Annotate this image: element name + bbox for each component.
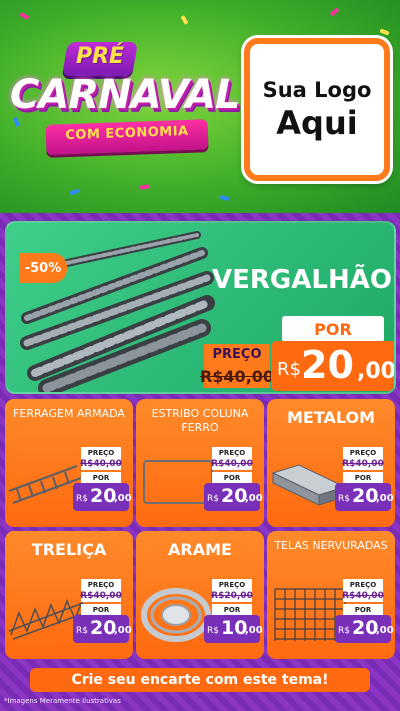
price-integer: 20 — [221, 485, 248, 507]
new-price: R$ 10 ,00 — [204, 615, 263, 643]
confetti — [329, 7, 340, 17]
old-price: R$40,00 — [211, 458, 253, 470]
price-decimal: ,00 — [114, 625, 132, 636]
currency: R$ — [76, 626, 88, 636]
por-label: POR — [343, 472, 383, 483]
price-decimal: ,00 — [245, 625, 263, 636]
new-price: R$ 20 ,00 — [204, 483, 263, 511]
new-price: R$ 20 ,00 — [73, 483, 132, 511]
hero-currency: R$ — [277, 359, 301, 380]
price-decimal: ,00 — [376, 493, 394, 504]
confetti — [69, 188, 80, 196]
price-box: PREÇO R$40,00 POR R$ 20 ,00 — [335, 579, 394, 653]
hero-por-label: POR — [282, 316, 384, 342]
price-box: PREÇO R$40,00 POR R$ 20 ,00 — [335, 447, 394, 521]
product-card-estribo[interactable]: ESTRIBO COLUNA FERRO PREÇO R$40,00 POR R… — [136, 399, 264, 527]
por-label: POR — [81, 604, 121, 615]
currency: R$ — [338, 626, 350, 636]
old-price: R$20,00 — [211, 590, 253, 602]
price-label: PREÇO — [212, 447, 252, 458]
new-price: R$ 20 ,00 — [335, 615, 394, 643]
brand-pre-text: PRÉ — [75, 44, 125, 69]
old-price: R$40,00 — [80, 458, 122, 470]
main-area: -50% VERGALHÃO PREÇO R$40,00 POR R$ 20 ,… — [0, 213, 400, 711]
confetti — [19, 12, 30, 20]
price-box: PREÇO R$40,00 POR R$ 20 ,00 — [204, 447, 263, 521]
old-price: R$40,00 — [80, 590, 122, 602]
price-integer: 20 — [90, 617, 117, 639]
hero-card[interactable]: -50% VERGALHÃO PREÇO R$40,00 POR R$ 20 ,… — [5, 221, 396, 394]
brand-logo: PRÉ CARNAVAL COM ECONOMIA — [10, 36, 241, 176]
product-card-ferragem[interactable]: FERRAGEM ARMADA PREÇO R$40,00 POR R$ 20 … — [5, 399, 133, 527]
product-card-trelica[interactable]: TRELIÇA PREÇO R$40,00 POR R$ 20 ,00 — [5, 531, 133, 659]
hero-product-title: VERGALHÃO — [212, 265, 392, 295]
por-label: POR — [212, 604, 252, 615]
product-name: METALOM — [286, 408, 376, 427]
price-label: PREÇO — [343, 579, 383, 590]
product-name: ESTRIBO COLUNA FERRO — [151, 407, 249, 434]
brand-main-text: CARNAVAL — [10, 72, 241, 118]
price-box: PREÇO R$40,00 POR R$ 20 ,00 — [73, 447, 132, 521]
price-decimal: ,00 — [114, 493, 132, 504]
product-name: ARAME — [168, 540, 232, 559]
confetti — [180, 15, 189, 25]
new-price: R$ 20 ,00 — [335, 483, 394, 511]
product-name: TELAS NERVURADAS — [274, 539, 388, 552]
old-price: R$40,00 — [342, 458, 384, 470]
price-label: PREÇO — [343, 447, 383, 458]
currency: R$ — [207, 494, 219, 504]
price-label: PREÇO — [81, 579, 121, 590]
logo-line2: Aqui — [276, 103, 358, 142]
price-integer: 10 — [221, 617, 248, 639]
hero-new-price: R$ 20 ,00 — [271, 341, 396, 391]
header-banner: PRÉ CARNAVAL COM ECONOMIA Sua Logo Aqui — [0, 0, 400, 213]
old-price: R$40,00 — [342, 590, 384, 602]
price-label: PREÇO — [212, 579, 252, 590]
price-decimal: ,00 — [376, 625, 394, 636]
currency: R$ — [76, 494, 88, 504]
hero-old-label: PREÇO — [204, 344, 270, 364]
price-integer: 20 — [352, 617, 379, 639]
hero-price-decimal: ,00 — [357, 359, 396, 384]
hero-price-integer: 20 — [301, 343, 354, 387]
currency: R$ — [338, 494, 350, 504]
price-box: PREÇO R$20,00 POR R$ 10 ,00 — [204, 579, 263, 653]
price-decimal: ,00 — [245, 493, 263, 504]
product-name: TRELIÇA — [31, 540, 107, 559]
por-label: POR — [212, 472, 252, 483]
por-label: POR — [81, 472, 121, 483]
currency: R$ — [207, 626, 219, 636]
confetti — [219, 194, 230, 202]
price-box: PREÇO R$40,00 POR R$ 20 ,00 — [73, 579, 132, 653]
product-card-metalom[interactable]: METALOM PREÇO R$40,00 POR R$ 20 ,00 — [267, 399, 395, 527]
price-integer: 20 — [90, 485, 117, 507]
product-card-arame[interactable]: ARAME PREÇO R$20,00 POR R$ 10 ,00 — [136, 531, 264, 659]
hero-old-price: PREÇO R$40,00 — [200, 344, 274, 390]
product-card-telas[interactable]: TELAS NERVURADAS PREÇO R$40,00 POR R$ 20… — [267, 531, 395, 659]
new-price: R$ 20 ,00 — [73, 615, 132, 643]
logo-line1: Sua Logo — [262, 77, 372, 102]
logo-placeholder[interactable]: Sua Logo Aqui — [244, 38, 390, 181]
price-integer: 20 — [352, 485, 379, 507]
cta-button[interactable]: Crie seu encarte com este tema! — [30, 668, 370, 692]
hero-old-value: R$40,00 — [200, 364, 274, 388]
por-label: POR — [343, 604, 383, 615]
disclaimer-text: *Imagens Meramente Ilustrativas — [4, 697, 121, 705]
discount-badge: -50% — [19, 253, 67, 283]
rebar-image — [20, 231, 215, 392]
price-label: PREÇO — [81, 447, 121, 458]
confetti — [139, 184, 150, 190]
confetti — [379, 28, 390, 36]
product-name: FERRAGEM ARMADA — [13, 407, 125, 420]
